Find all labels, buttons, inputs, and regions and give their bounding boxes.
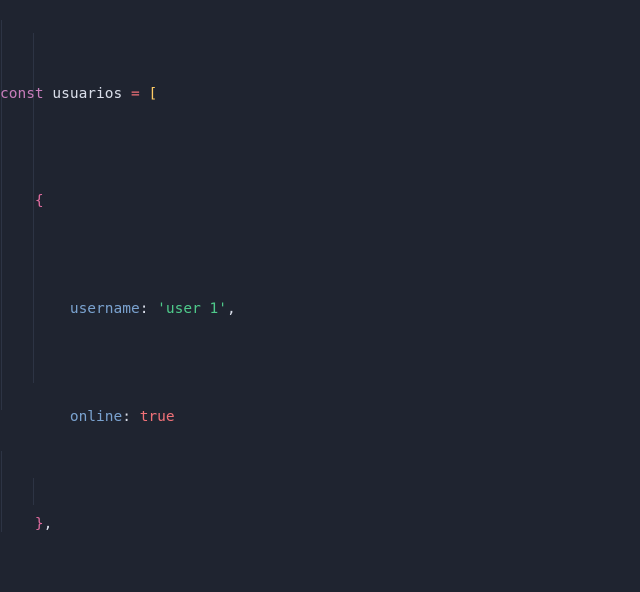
code-line-2[interactable]: {: [0, 188, 640, 215]
token-bracket-open: [: [148, 85, 158, 102]
token-property-online: online: [69, 408, 123, 425]
code-line-4[interactable]: online: true: [0, 404, 640, 431]
code-line-3[interactable]: username: 'user 1',: [0, 296, 640, 323]
code-line-1[interactable]: const usuarios = [: [0, 81, 640, 108]
code-editor[interactable]: const usuarios = [ { username: 'user 1',…: [0, 0, 640, 592]
token-string-value: 'user 1': [157, 300, 227, 317]
code-lines: const usuarios = [ { username: 'user 1',…: [0, 0, 640, 592]
token-brace-close: }: [34, 516, 44, 533]
token-property-username: username: [69, 300, 140, 317]
token-colon: :: [122, 408, 131, 425]
token-operator-assign: =: [130, 85, 140, 102]
token-boolean: true: [139, 408, 175, 425]
token-comma: ,: [227, 300, 236, 317]
token-keyword-const: const: [0, 85, 44, 102]
code-line-5[interactable]: },: [0, 511, 640, 538]
token-comma: ,: [43, 516, 53, 533]
token-brace-open: {: [34, 193, 44, 210]
token-variable-usuarios: usuarios: [52, 85, 123, 102]
